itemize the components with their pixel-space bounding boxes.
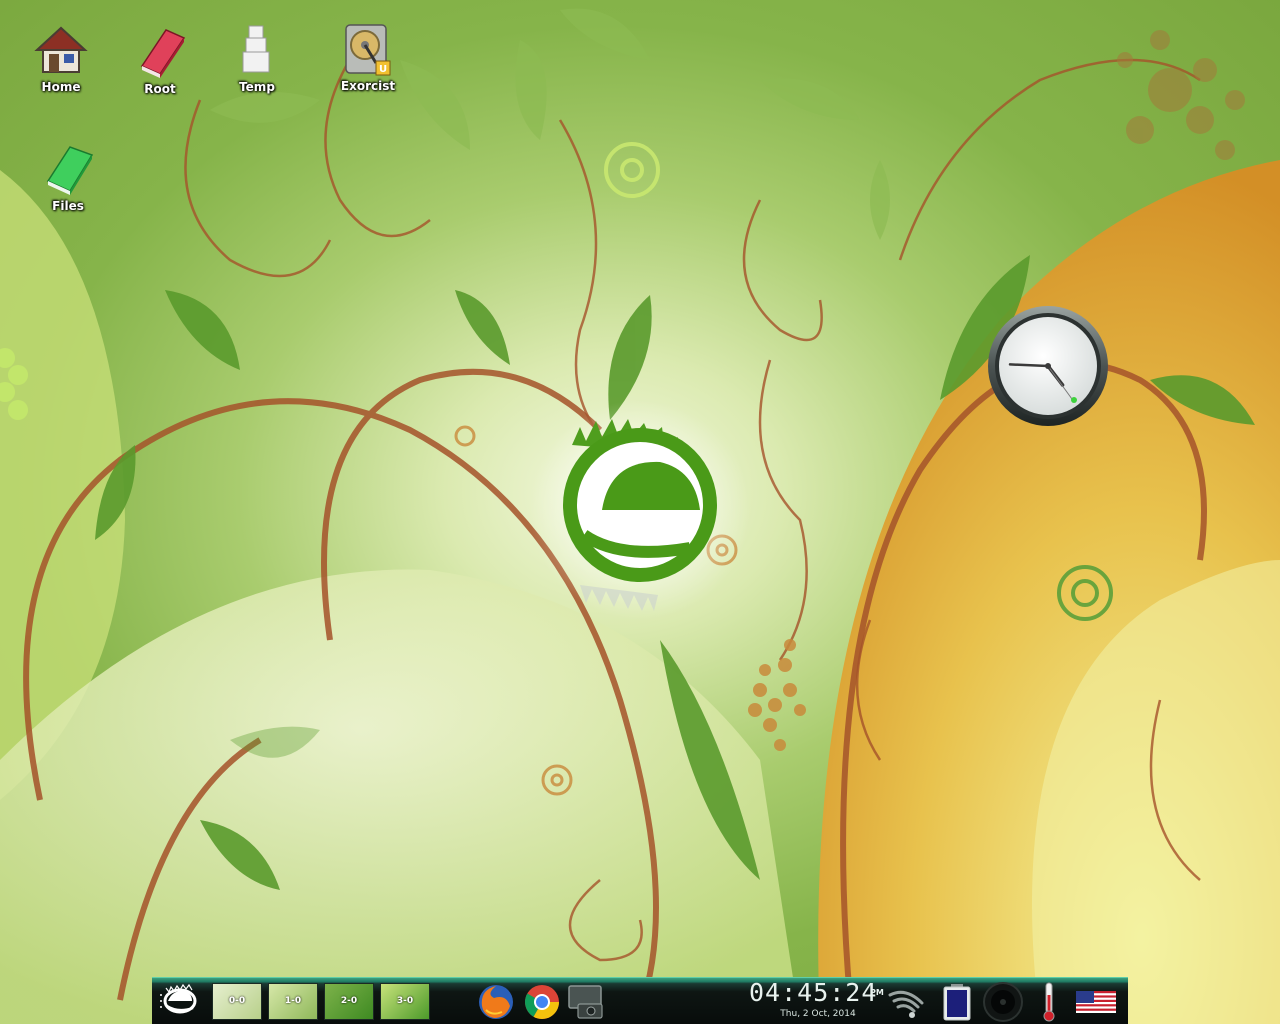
desktop-icon-files[interactable]: Files	[20, 141, 116, 213]
temperature-thermometer-icon[interactable]	[1028, 981, 1070, 1023]
pager-desk-3[interactable]: 3-0	[380, 983, 430, 1020]
shelf-panel: 0-0 1-0 2-0 3-0 04:45:24 PM Thu, 2 Oct, …	[152, 977, 1128, 1024]
pager-desk-label: 1-0	[284, 996, 302, 1006]
desktop-icon-temp-label: Temp	[239, 80, 275, 94]
clock-minute-hand	[1008, 363, 1050, 368]
firefox-icon[interactable]	[476, 982, 516, 1022]
files-book-icon	[46, 146, 94, 195]
us-flag-keyboard-icon[interactable]	[1074, 981, 1116, 1023]
desktop-icon-exorcist-label: Exorcist	[340, 79, 396, 93]
pager-desk-label: 2-0	[340, 996, 358, 1006]
svg-text:U: U	[379, 64, 387, 75]
home-folder-icon	[34, 26, 88, 73]
digital-clock-date: Thu, 2 Oct, 2014	[780, 1009, 856, 1019]
pager-desk-label: 0-0	[228, 996, 246, 1006]
battery-icon[interactable]	[936, 981, 978, 1023]
desktop[interactable]: Home Root Temp U Exorcist Files 0-0 1-0 …	[0, 0, 1280, 1024]
analog-clock-gadget[interactable]	[986, 304, 1110, 428]
volume-speaker-icon[interactable]	[982, 981, 1024, 1023]
hard-drive-icon: U	[345, 24, 391, 76]
wallpaper	[0, 8, 1280, 1024]
temp-boxes-icon	[242, 25, 270, 73]
pager-desk-0[interactable]: 0-0	[212, 983, 262, 1020]
desktop-icon-temp[interactable]: Temp	[209, 22, 305, 94]
pager-desk-label: 3-0	[396, 996, 414, 1006]
digital-clock-time[interactable]: 04:45:24	[749, 979, 883, 1006]
desktop-icon-files-label: Files	[52, 199, 84, 213]
enlightenment-logo-icon[interactable]	[158, 981, 202, 1022]
pager-desk-2[interactable]: 2-0	[324, 983, 374, 1020]
chrome-icon[interactable]	[522, 982, 562, 1022]
desktop-icon-exorcist[interactable]: U Exorcist	[320, 21, 416, 93]
desktop-icon-home[interactable]: Home	[13, 22, 109, 94]
screenshot-camera-icon[interactable]	[566, 982, 606, 1022]
wifi-signal-icon[interactable]	[886, 981, 928, 1023]
desktop-icon-root[interactable]: Root	[112, 24, 208, 96]
desktop-icon-home-label: Home	[41, 80, 81, 94]
digital-clock-ampm: PM	[870, 988, 884, 997]
desktop-icon-root-label: Root	[144, 82, 176, 96]
root-book-icon	[140, 29, 186, 78]
pager-desk-1[interactable]: 1-0	[268, 983, 318, 1020]
